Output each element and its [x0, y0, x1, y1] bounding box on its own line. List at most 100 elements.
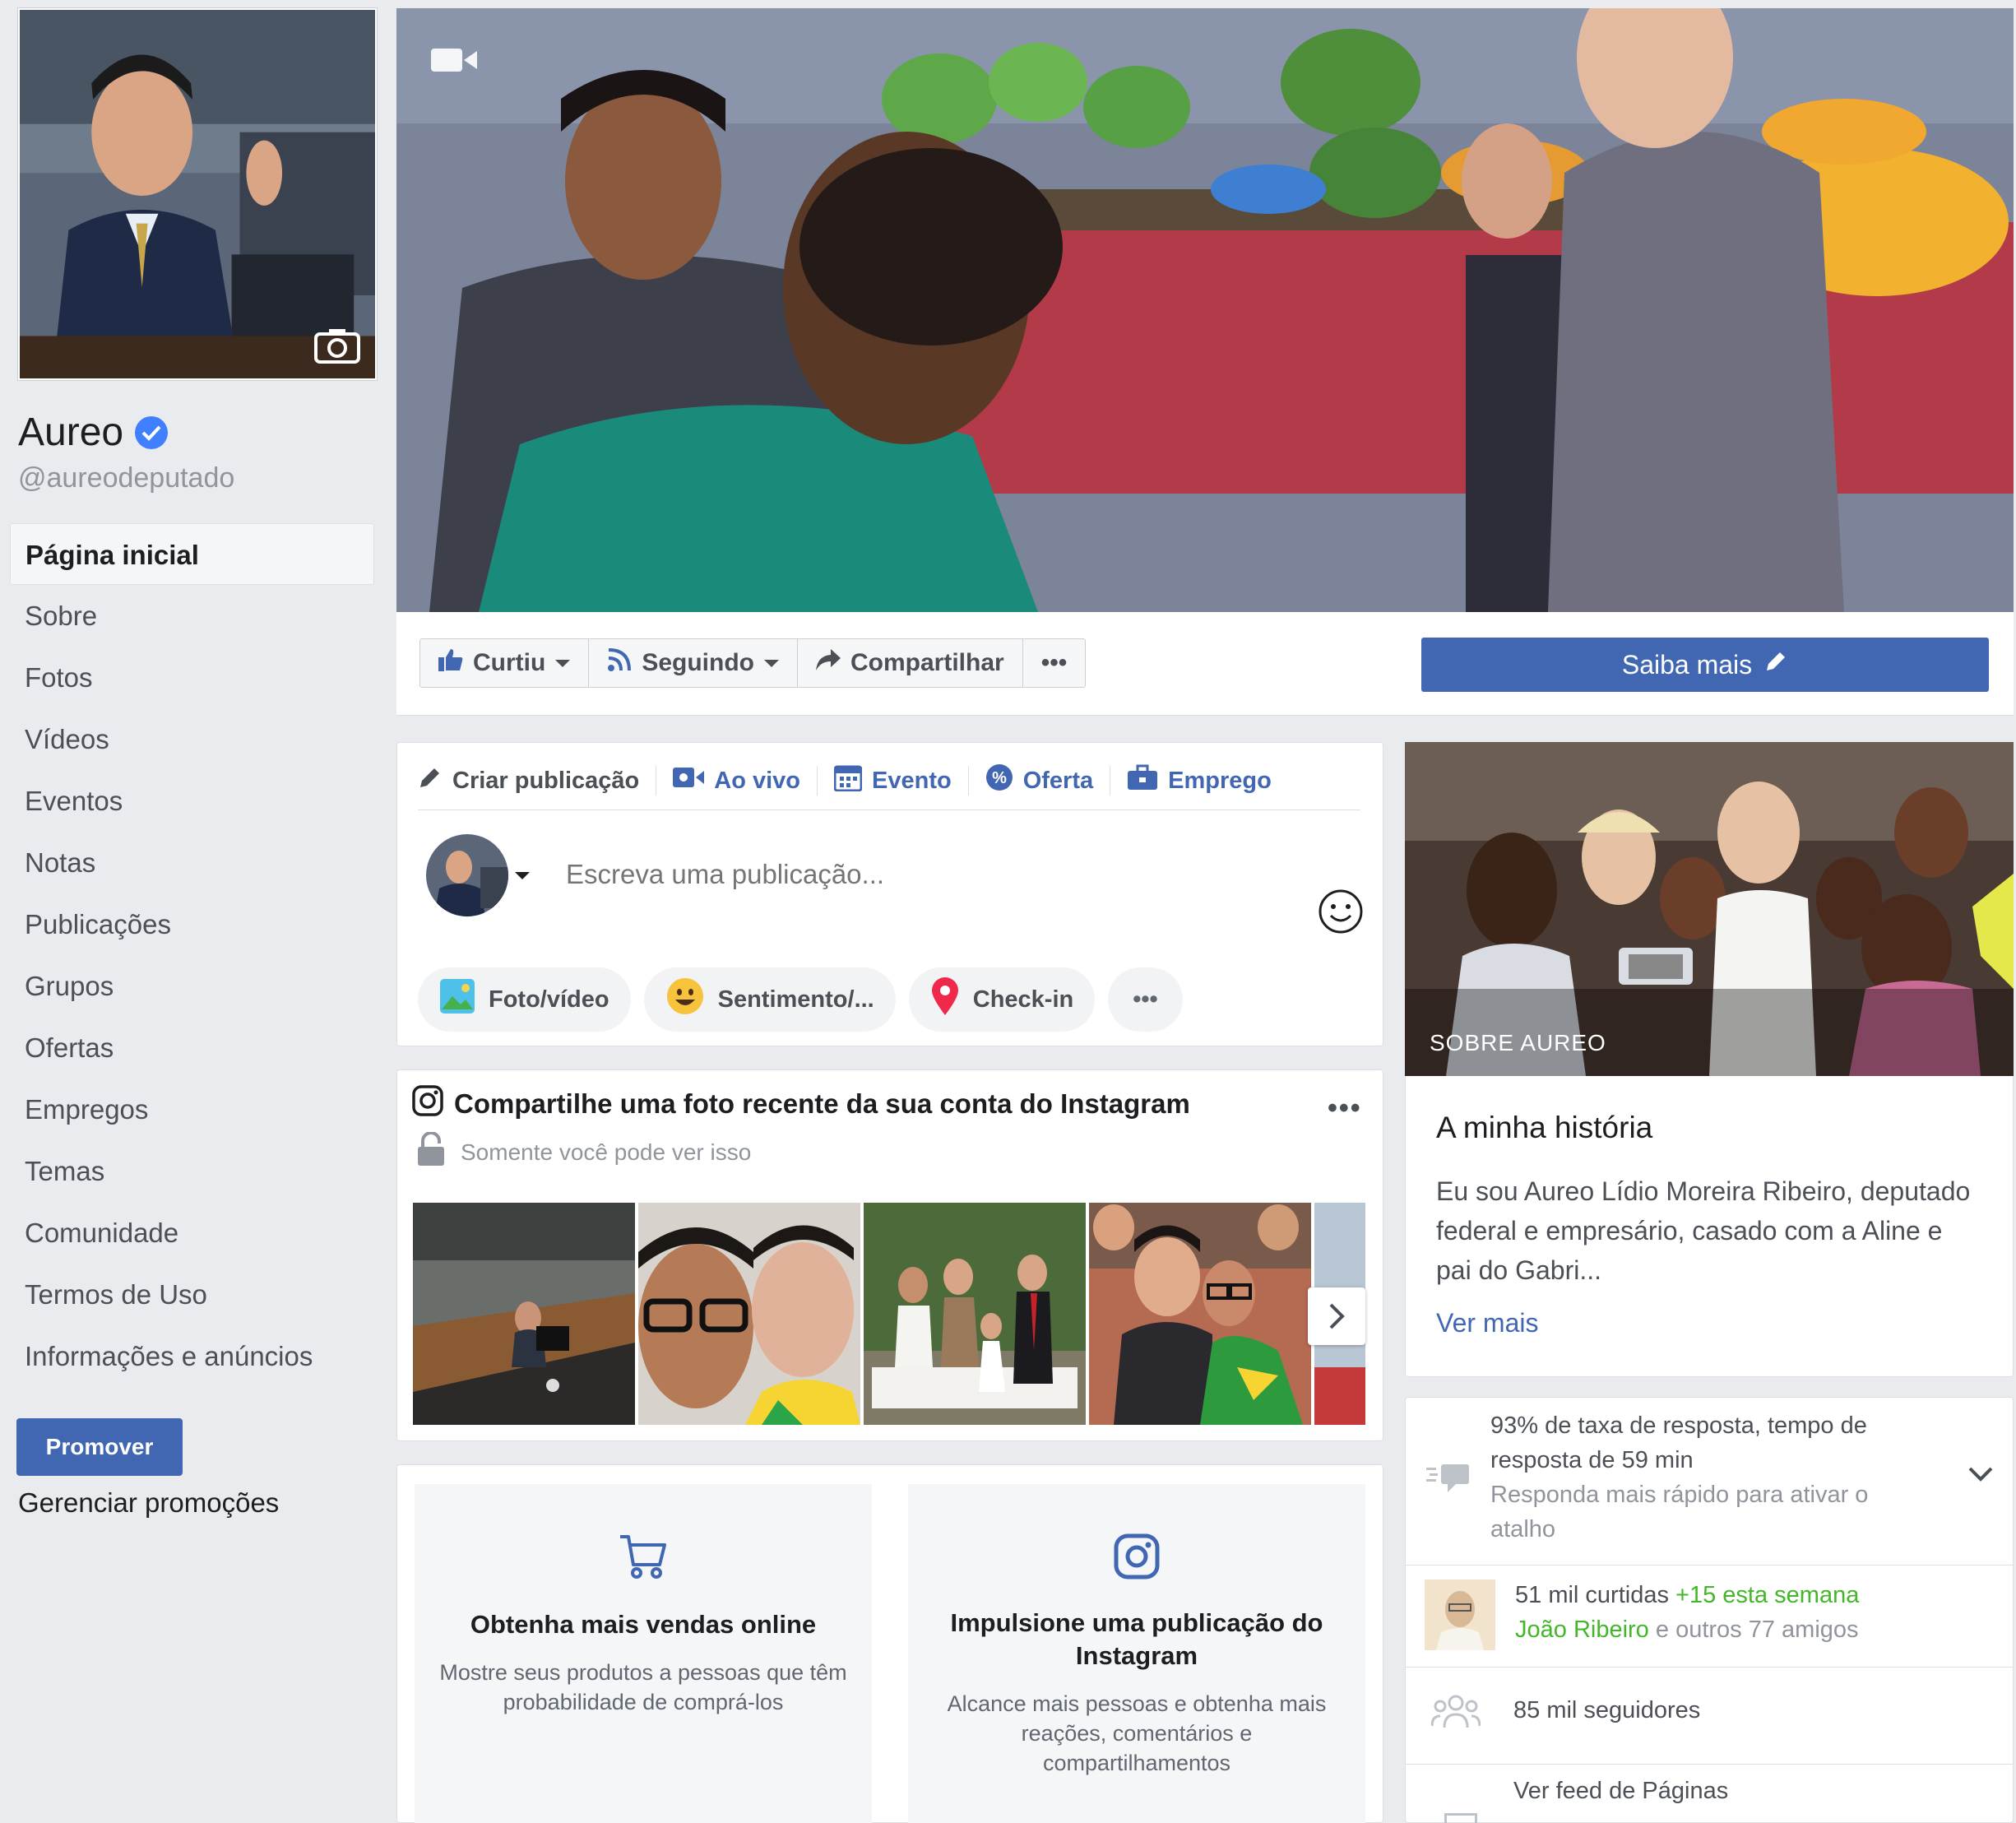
tab-create-post[interactable]: Criar publicação	[418, 766, 657, 796]
followers-count: 85 mil seguidores	[1513, 1697, 1701, 1723]
nav-item-videos[interactable]: Vídeos	[10, 708, 374, 770]
nav-item-topics[interactable]: Temas	[10, 1140, 374, 1202]
nav-item-terms[interactable]: Termos de Uso	[10, 1264, 374, 1325]
briefcase-icon	[1127, 764, 1158, 797]
post-composer-input[interactable]	[566, 859, 1306, 890]
cover-video[interactable]	[396, 8, 2014, 612]
photo-video-button[interactable]: Foto/vídeo	[418, 967, 631, 1032]
tab-job-label: Emprego	[1168, 767, 1272, 794]
response-rate-text: 93% de taxa de resposta, tempo de respos…	[1490, 1412, 1867, 1473]
chevron-down-icon[interactable]	[1967, 1466, 1994, 1487]
likes-summary: 51 mil curtidas +15 esta semana João Rib…	[1515, 1578, 2000, 1647]
photo-icon	[439, 978, 475, 1021]
response-hint-text: Responda mais rápido para ativar o atalh…	[1490, 1482, 1869, 1542]
page-name-text[interactable]: Aureo	[18, 410, 123, 455]
instagram-photo[interactable]	[1089, 1203, 1311, 1425]
tab-offer[interactable]: % Oferta	[969, 763, 1111, 798]
instagram-photo[interactable]	[864, 1203, 1086, 1425]
response-rate: 93% de taxa de resposta, tempo de respos…	[1490, 1408, 1935, 1547]
instagram-title-text: Compartilhe uma foto recente da sua cont…	[454, 1088, 1190, 1119]
location-pin-icon	[930, 976, 960, 1023]
more-composer-options-button[interactable]: •••	[1108, 967, 1183, 1032]
page-username[interactable]: @aureodeputado	[18, 462, 234, 494]
instagram-photo[interactable]	[413, 1203, 635, 1425]
camera-icon[interactable]	[314, 327, 360, 364]
chevron-down-icon[interactable]	[515, 872, 530, 879]
composer-avatar[interactable]	[426, 834, 508, 916]
composer-tabs: Criar publicação Ao vivo Evento % Oferta…	[418, 757, 1288, 805]
see-more-link[interactable]: Ver mais	[1436, 1308, 1538, 1338]
manage-promotions-link[interactable]: Gerenciar promoções	[18, 1487, 279, 1519]
share-label: Compartilhar	[850, 649, 1004, 676]
nav-item-groups[interactable]: Grupos	[10, 955, 374, 1017]
instagram-photo[interactable]	[638, 1203, 860, 1425]
tab-create-post-label: Criar publicação	[452, 767, 640, 794]
promo-title: Obtenha mais vendas online	[470, 1610, 817, 1639]
nav-item-about[interactable]: Sobre	[10, 585, 374, 647]
nav-item-community[interactable]: Comunidade	[10, 1202, 374, 1264]
nav-item-events[interactable]: Eventos	[10, 770, 374, 832]
offer-percent-icon: %	[985, 763, 1013, 798]
emoji-icon[interactable]	[1318, 888, 1364, 939]
about-label: SOBRE AUREO	[1430, 1030, 1606, 1055]
promo-description: Alcance mais pessoas e obtenha mais reaç…	[947, 1691, 1327, 1775]
message-speed-icon	[1425, 1461, 1471, 1498]
left-sidebar: Aureo @aureodeputado Página inicial Sobr…	[10, 0, 382, 1823]
shopping-cart-icon	[619, 1535, 668, 1584]
nav-item-jobs[interactable]: Empregos	[10, 1078, 374, 1140]
about-heading: A minha história	[1436, 1111, 1653, 1144]
promo-description: Mostre seus produtos a pessoas que têm p…	[439, 1660, 847, 1714]
pages-feed-link[interactable]: Ver feed de Páginas	[1513, 1774, 1728, 1808]
feed-icon	[1444, 1813, 1477, 1823]
nav-item-posts[interactable]: Publicações	[10, 893, 374, 955]
instagram-icon	[411, 1084, 444, 1124]
page-action-buttons: Curtiu Seguindo Compartilhar •••	[419, 638, 1087, 688]
nav-item-offers[interactable]: Ofertas	[10, 1017, 374, 1078]
tab-offer-label: Oferta	[1022, 767, 1094, 794]
friend-avatar[interactable]	[1425, 1579, 1495, 1650]
composer-divider	[418, 809, 1360, 810]
promo-card-online-sales[interactable]: Obtenha mais vendas online Mostre seus p…	[415, 1484, 872, 1823]
instagram-photo-strip	[413, 1203, 1365, 1425]
video-camera-icon	[431, 46, 477, 78]
learn-more-label: Saiba mais	[1621, 649, 1753, 680]
likes-count: 51 mil curtidas	[1515, 1582, 1669, 1608]
share-button[interactable]: Compartilhar	[798, 639, 1023, 687]
promo-card-boost-instagram[interactable]: Impulsione uma publicação do Instagram A…	[908, 1484, 1365, 1823]
likes-week: +15 esta semana	[1675, 1582, 1860, 1608]
check-in-button[interactable]: Check-in	[908, 967, 1096, 1032]
nav-item-home[interactable]: Página inicial	[10, 523, 374, 585]
liked-button[interactable]: Curtiu	[420, 639, 590, 687]
more-actions-button[interactable]: •••	[1023, 639, 1086, 687]
instagram-card-title: Compartilhe uma foto recente da sua cont…	[411, 1084, 1190, 1124]
tab-job[interactable]: Emprego	[1110, 764, 1288, 797]
nav-item-photos[interactable]: Fotos	[10, 647, 374, 708]
promo-title: Impulsione uma publicação do Instagram	[950, 1608, 1323, 1670]
instagram-icon	[1114, 1533, 1160, 1583]
svg-text:%: %	[992, 769, 1007, 787]
about-photo[interactable]	[1405, 742, 2014, 1076]
tab-event[interactable]: Evento	[818, 765, 969, 796]
profile-photo	[20, 10, 375, 378]
tab-live[interactable]: Ao vivo	[656, 766, 818, 796]
promote-button[interactable]: Promover	[16, 1418, 183, 1476]
friends-suffix: e outros 77 amigos	[1655, 1617, 1859, 1643]
page-name[interactable]: Aureo	[18, 410, 169, 455]
liked-label: Curtiu	[473, 649, 546, 676]
friend-link[interactable]: João Ribeiro	[1515, 1617, 1649, 1643]
profile-picture[interactable]	[18, 8, 377, 380]
privacy-note: Somente você pode ver isso	[416, 1131, 751, 1172]
feeling-button[interactable]: Sentimento/...	[643, 967, 896, 1032]
pencil-icon[interactable]	[1763, 649, 1788, 680]
nav-item-info-ads[interactable]: Informações e anúncios	[10, 1325, 374, 1387]
composer-actions: Foto/vídeo Sentimento/... Check-in •••	[418, 967, 1183, 1032]
thumbs-up-icon	[438, 648, 463, 678]
share-arrow-icon	[815, 649, 841, 677]
following-button[interactable]: Seguindo	[589, 639, 798, 687]
chevron-right-icon[interactable]	[1308, 1287, 1365, 1345]
nav-item-notes[interactable]: Notas	[10, 832, 374, 893]
learn-more-button[interactable]: Saiba mais	[1421, 638, 1989, 692]
chevron-down-icon	[555, 659, 571, 667]
smiley-icon	[665, 976, 705, 1023]
instagram-more-button[interactable]: •••	[1328, 1092, 1362, 1125]
